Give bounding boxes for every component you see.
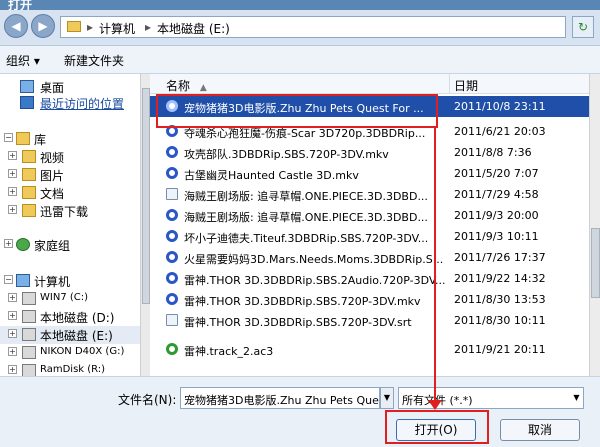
collapse-icon[interactable]: − [4, 275, 13, 284]
recent-places-icon [20, 96, 34, 109]
file-row[interactable]: 雷神.track_2.ac3 2011/9/21 20:11 [150, 339, 590, 360]
filetype-select[interactable]: 所有文件 (*.*) [398, 387, 584, 409]
file-row[interactable]: 雷神.THOR 3D.3DBDRip.SBS.720P-3DV.mkv 2011… [150, 289, 590, 310]
media-file-icon [166, 209, 178, 221]
nav-item-drive-d[interactable]: + 本地磁盘 (D:) [0, 308, 150, 326]
document-file-icon [166, 188, 178, 200]
media-file-icon [166, 272, 178, 284]
file-row[interactable]: 海贼王剧场版: 追寻草帽.ONE.PIECE.3D.3DBD... 2011/9… [150, 205, 590, 226]
nav-item-drive-g[interactable]: + NIKON D40X (G:) [0, 344, 150, 362]
collapse-icon[interactable]: − [4, 133, 13, 142]
media-file-icon [166, 146, 178, 158]
media-file-icon [166, 251, 178, 263]
nav-item-thunder-downloads[interactable]: + 迅雷下载 [0, 202, 150, 220]
expand-icon[interactable]: + [4, 239, 13, 248]
audio-file-icon [166, 343, 178, 355]
expand-icon[interactable]: + [8, 293, 17, 302]
nav-item-pictures[interactable]: + 图片 [0, 166, 150, 184]
drive-icon [22, 292, 36, 305]
computer-icon [16, 274, 30, 287]
drive-icon [22, 310, 36, 323]
file-row[interactable]: 坏小子迪德夫.Titeuf.3DBDRip.SBS.720P-3DV... 20… [150, 226, 590, 247]
downloads-icon [22, 204, 36, 217]
file-list-scrollbar-thumb[interactable] [591, 228, 600, 298]
nav-item-libraries[interactable]: − 库 [0, 130, 150, 148]
documents-icon [22, 186, 36, 199]
nav-item-documents[interactable]: + 文档 [0, 184, 150, 202]
media-file-icon [166, 167, 178, 179]
refresh-button[interactable]: ↻ [572, 16, 594, 38]
navigation-pane: 桌面 最近访问的位置 − 库 + 视频 + 图片 + 文档 + 迅雷下载 + 家… [0, 74, 150, 377]
forward-button[interactable]: ▶ [31, 14, 55, 38]
file-row[interactable]: 雷神.THOR 3D.3DBDRip.SBS.720P-3DV.srt 2011… [150, 310, 590, 331]
nav-item-drive-e[interactable]: + 本地磁盘 (E:) [0, 326, 150, 344]
expand-icon[interactable]: + [8, 169, 17, 178]
column-header-date[interactable]: 日期 [450, 74, 590, 94]
address-field[interactable]: ▸ 计算机 ▸ 本地磁盘 (E:) [60, 16, 566, 38]
drive-icon [22, 328, 36, 341]
breadcrumb-separator-icon: ▸ [87, 20, 94, 34]
library-icon [16, 132, 30, 145]
filename-dropdown-icon[interactable]: ▼ [380, 387, 394, 409]
expand-icon[interactable]: + [8, 311, 17, 320]
new-folder-button[interactable]: 新建文件夹 [64, 52, 124, 69]
nav-item-drive-c[interactable]: + WIN7 (C:) [0, 290, 150, 308]
expand-icon[interactable]: + [8, 329, 17, 338]
nav-item-homegroup[interactable]: + 家庭组 [0, 236, 150, 254]
expand-icon[interactable]: + [8, 365, 17, 374]
open-button-highlight [385, 410, 489, 444]
file-list-scrollbar[interactable] [589, 74, 600, 376]
media-file-icon [166, 230, 178, 242]
nav-item-videos[interactable]: + 视频 [0, 148, 150, 166]
file-row[interactable]: 海贼王剧场版: 追寻草帽.ONE.PIECE.3D.3DBD... 2011/7… [150, 184, 590, 205]
file-row[interactable]: 火星需要妈妈3D.Mars.Needs.Moms.3DBDRip.S... 20… [150, 247, 590, 268]
file-row[interactable]: 雷神.THOR 3D.3DBDRip.SBS.2Audio.720P-3DV..… [150, 268, 590, 289]
nav-item-recent-places[interactable]: 最近访问的位置 [0, 94, 150, 112]
document-file-icon [166, 314, 178, 326]
nav-scrollbar-thumb[interactable] [142, 88, 150, 304]
breadcrumb-separator-icon: ▸ [145, 20, 152, 34]
nav-scrollbar[interactable] [140, 74, 150, 376]
callout-arrow-line [434, 128, 436, 366]
toolbar: 组织 ▾ 新建文件夹 [0, 46, 600, 74]
expand-icon[interactable]: + [8, 187, 17, 196]
media-file-icon [166, 293, 178, 305]
desktop-icon [20, 80, 34, 93]
file-row[interactable]: 古堡幽灵Haunted Castle 3D.mkv 2011/5/20 7:07 [150, 163, 590, 184]
title-bar: 打开 [0, 0, 600, 12]
filetype-dropdown-icon[interactable]: ▼ [570, 388, 583, 408]
breadcrumb-drive-e[interactable]: 本地磁盘 (E:) [157, 20, 230, 37]
cancel-button[interactable]: 取消 [500, 419, 580, 441]
folder-icon [67, 21, 81, 32]
videos-icon [22, 150, 36, 163]
selected-file-highlight [156, 94, 438, 128]
back-button[interactable]: ◀ [4, 14, 28, 38]
camera-drive-icon [22, 346, 36, 359]
pictures-icon [22, 168, 36, 181]
bottom-panel: 文件名(N): 宠物猪猪3D电影版.Zhu Zhu Pets Quest ▼ 所… [0, 376, 600, 447]
expand-icon[interactable]: + [8, 205, 17, 214]
nav-item-computer[interactable]: − 计算机 [0, 272, 150, 290]
breadcrumb-computer[interactable]: 计算机 [99, 20, 135, 37]
homegroup-icon [16, 238, 30, 251]
filename-input[interactable]: 宠物猪猪3D电影版.Zhu Zhu Pets Quest [180, 387, 380, 409]
expand-icon[interactable]: + [8, 347, 17, 356]
file-row[interactable]: 攻壳部队.3DBDRip.SBS.720P-3DV.mkv 2011/8/8 7… [150, 142, 590, 163]
expand-icon[interactable]: + [8, 151, 17, 160]
column-header-name[interactable]: 名称 ▲ [150, 74, 450, 94]
sort-up-icon: ▲ [199, 83, 207, 93]
filename-label: 文件名(N): [118, 393, 177, 407]
callout-arrow-down-icon [428, 400, 442, 410]
address-bar: ◀ ▶ ▸ 计算机 ▸ 本地磁盘 (E:) ↻ [0, 10, 600, 46]
organize-button[interactable]: 组织 ▾ [6, 52, 40, 69]
